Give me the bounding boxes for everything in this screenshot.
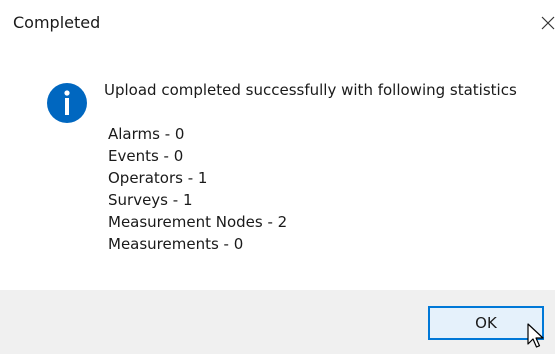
stat-measurement-nodes: Measurement Nodes - 2 bbox=[108, 213, 288, 231]
stat-events: Events - 0 bbox=[108, 147, 184, 165]
dialog-footer: OK bbox=[0, 290, 555, 354]
stat-measurements: Measurements - 0 bbox=[108, 235, 244, 253]
stat-alarms: Alarms - 0 bbox=[108, 125, 185, 143]
dialog-body: Upload completed successfully with follo… bbox=[0, 46, 555, 290]
stat-surveys: Surveys - 1 bbox=[108, 191, 193, 209]
mouse-pointer-icon bbox=[527, 323, 544, 348]
dialog-window: Completed Upload completed successfully … bbox=[0, 0, 555, 354]
title-bar: Completed bbox=[0, 0, 555, 46]
close-button[interactable] bbox=[535, 4, 555, 40]
statistics-list: Alarms - 0 Events - 0 Operators - 1 Surv… bbox=[108, 123, 287, 255]
info-icon bbox=[47, 83, 87, 123]
stat-operators: Operators - 1 bbox=[108, 169, 208, 187]
close-icon bbox=[541, 16, 555, 30]
window-title: Completed bbox=[13, 13, 101, 32]
dialog-message: Upload completed successfully with follo… bbox=[104, 81, 517, 99]
